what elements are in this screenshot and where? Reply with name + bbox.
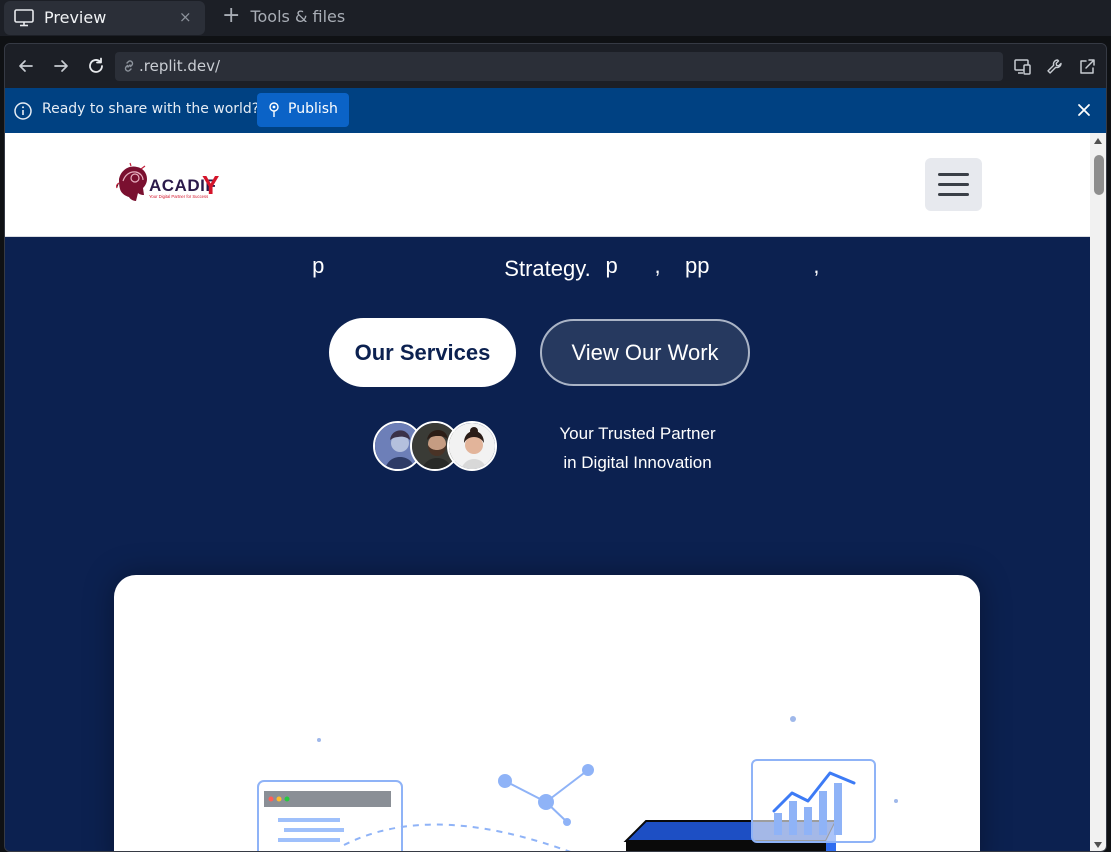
brand-logo[interactable]: ACADIF Y Your Digital Partner for Succes…	[113, 161, 223, 211]
hamburger-icon	[938, 173, 969, 176]
close-icon[interactable]: ×	[179, 8, 192, 26]
devices-icon[interactable]	[1013, 57, 1033, 77]
plus-icon: +	[222, 3, 241, 28]
tab-preview-label: Preview	[44, 8, 107, 27]
logo-tagline: Your Digital Partner for Success	[149, 194, 208, 199]
menu-toggle-button[interactable]	[925, 158, 982, 211]
hero-illustration-card	[114, 575, 980, 851]
url-text: .replit.dev/	[139, 57, 221, 75]
open-external-icon[interactable]	[1077, 57, 1097, 77]
trusted-partner-text: Your Trusted Partner in Digital Innovati…	[559, 424, 716, 472]
tools-files-label: Tools & files	[250, 6, 346, 26]
close-banner-icon[interactable]	[1076, 102, 1092, 118]
our-services-button[interactable]: Our Services	[329, 318, 516, 387]
avatar	[447, 421, 497, 471]
scrollbar-thumb[interactable]	[1094, 155, 1104, 195]
back-arrow-icon[interactable]	[16, 56, 36, 76]
vertical-scrollbar[interactable]	[1090, 133, 1106, 851]
monitor-icon	[14, 9, 34, 27]
tab-preview[interactable]: Preview ×	[4, 1, 205, 35]
forward-arrow-icon[interactable]	[51, 56, 71, 76]
url-field[interactable]: .replit.dev/	[115, 52, 1003, 81]
info-icon	[14, 102, 32, 120]
growth-chart-icon	[751, 759, 876, 843]
view-our-work-button[interactable]: View Our Work	[540, 319, 750, 386]
site-header: ACADIF Y Your Digital Partner for Succes…	[5, 133, 1090, 237]
digital-illustration	[257, 716, 898, 851]
site-viewport: ACADIF Y Your Digital Partner for Succes…	[5, 133, 1090, 851]
scroll-up-icon[interactable]	[1093, 137, 1103, 145]
publish-label: Publish	[288, 101, 338, 117]
link-icon	[124, 60, 134, 72]
publish-icon	[269, 102, 279, 117]
scroll-down-icon[interactable]	[1093, 841, 1103, 849]
ide-tab-bar: Preview × + Tools & files	[0, 0, 1111, 36]
hero-subtitle-end: Strategy.	[504, 256, 591, 281]
reload-icon[interactable]	[86, 56, 106, 76]
publish-banner: Ready to share with the world? Publish	[5, 88, 1106, 133]
publish-button[interactable]: Publish	[257, 93, 349, 127]
wrench-icon[interactable]	[1045, 57, 1065, 77]
network-nodes-icon	[498, 764, 594, 826]
tools-files-tab[interactable]: + Tools & files	[222, 3, 346, 28]
preview-pane: .replit.dev/ Ready to share with the wor…	[4, 43, 1107, 852]
banner-message: Ready to share with the world?	[42, 101, 260, 117]
url-bar: .replit.dev/	[5, 44, 1106, 88]
